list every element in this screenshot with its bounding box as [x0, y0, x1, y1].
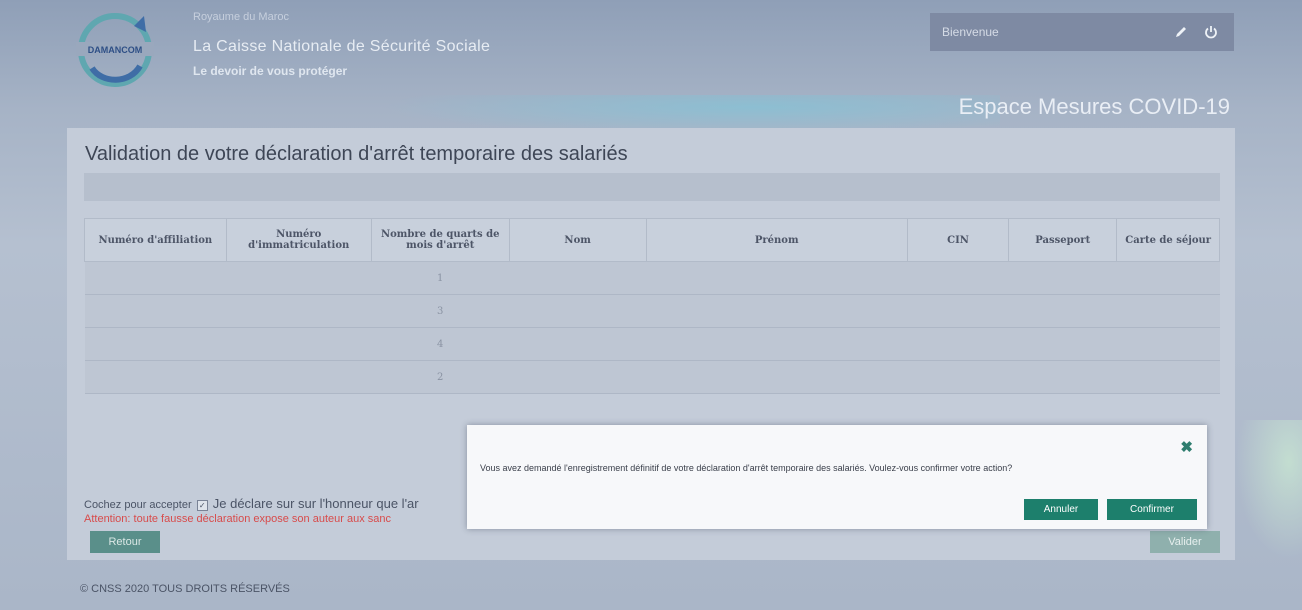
table-row: 1 — [84, 261, 1220, 295]
pencil-icon[interactable] — [1170, 21, 1192, 43]
table-cell — [509, 327, 647, 361]
table-cell: 2 — [371, 360, 510, 394]
table-cell — [226, 294, 372, 328]
table-cell — [1116, 360, 1220, 394]
table-cell — [1116, 327, 1220, 361]
table-cell — [646, 327, 908, 361]
welcome-label: Bienvenue — [942, 25, 999, 39]
table-cell — [84, 360, 227, 394]
kingdom-label: Royaume du Maroc — [193, 11, 289, 23]
table-header-row: Numéro d'affiliation Numéro d'immatricul… — [84, 218, 1220, 262]
table-cell — [646, 261, 908, 295]
user-box: Bienvenue — [930, 13, 1234, 51]
table-cell: 1 — [371, 261, 510, 295]
column-header[interactable]: CIN — [906, 218, 1010, 262]
employees-table: Numéro d'affiliation Numéro d'immatricul… — [84, 218, 1220, 394]
table-cell — [1008, 294, 1117, 328]
motto: Le devoir de vous protéger — [193, 64, 348, 78]
table-cell — [509, 294, 647, 328]
table-cell — [84, 261, 227, 295]
table-cell — [84, 327, 227, 361]
column-header[interactable]: Nombre de quarts de mois d'arrêt — [370, 218, 510, 262]
column-header[interactable]: Prénom — [645, 218, 908, 262]
table-cell — [226, 261, 372, 295]
confirm-button[interactable]: Confirmer — [1107, 499, 1197, 520]
confirm-dialog: ✖ Vous avez demandé l'enregistrement déf… — [467, 425, 1207, 529]
accept-row: Cochez pour accepter ✓ Je déclare sur su… — [84, 496, 419, 511]
declaration-text: Je déclare sur sur l'honneur que l'ar — [212, 496, 419, 511]
close-icon[interactable]: ✖ — [1180, 438, 1193, 456]
table-cell — [1008, 261, 1117, 295]
footer-copyright: © CNSS 2020 TOUS DROITS RÉSERVÉS — [80, 583, 290, 595]
table-row: 2 — [84, 360, 1220, 394]
retour-button[interactable]: Retour — [90, 531, 160, 553]
dialog-message: Vous avez demandé l'enregistrement défin… — [480, 463, 1013, 473]
table-cell — [226, 360, 372, 394]
table-row: 4 — [84, 327, 1220, 361]
table-cell — [1008, 360, 1117, 394]
table-cell — [1116, 294, 1220, 328]
table-cell — [84, 294, 227, 328]
table-cell: 4 — [371, 327, 510, 361]
info-strip — [84, 173, 1220, 201]
cancel-button[interactable]: Annuler — [1024, 499, 1098, 520]
table-cell — [226, 327, 372, 361]
espace-title: Espace Mesures COVID-19 — [958, 94, 1230, 119]
column-header[interactable]: Passeport — [1008, 218, 1118, 262]
table-cell — [907, 327, 1009, 361]
table-cell — [646, 360, 908, 394]
damancom-logo: DAMANCOM — [76, 13, 154, 87]
table-row: 3 — [84, 294, 1220, 328]
table-cell — [907, 261, 1009, 295]
warning-text: Attention: toute fausse déclaration expo… — [84, 513, 391, 525]
table-cell — [509, 360, 647, 394]
table-cell: 3 — [371, 294, 510, 328]
table-cell — [509, 261, 647, 295]
org-name: La Caisse Nationale de Sécurité Sociale — [193, 38, 491, 55]
checkbox-icon[interactable]: ✓ — [196, 499, 208, 511]
table-cell — [1008, 327, 1117, 361]
valider-button[interactable]: Valider — [1150, 531, 1220, 553]
column-header[interactable]: Nom — [508, 218, 647, 262]
power-icon[interactable] — [1200, 21, 1222, 43]
table-cell — [907, 294, 1009, 328]
table-cell — [907, 360, 1009, 394]
column-header[interactable]: Carte de séjour — [1116, 218, 1220, 262]
column-header[interactable]: Numéro d'immatriculation — [225, 218, 372, 262]
table-cell — [1116, 261, 1220, 295]
decorative-image — [1236, 420, 1302, 560]
column-header[interactable]: Numéro d'affiliation — [84, 218, 227, 262]
accept-label: Cochez pour accepter — [84, 499, 192, 511]
page-title: Validation de votre déclaration d'arrêt … — [85, 143, 628, 165]
logo-text: DAMANCOM — [88, 45, 143, 55]
table-cell — [646, 294, 908, 328]
